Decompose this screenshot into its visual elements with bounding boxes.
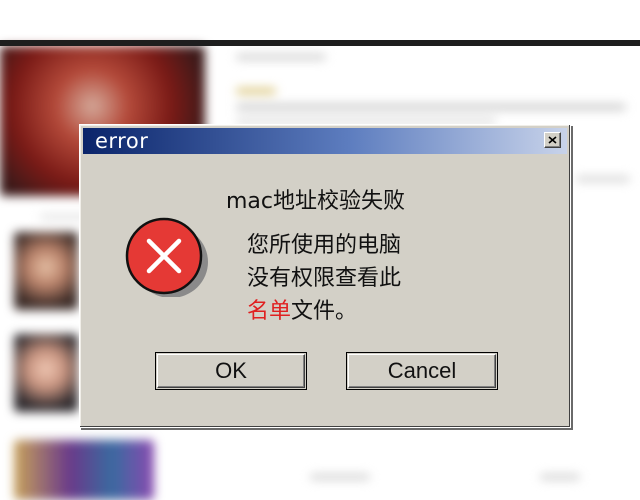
cancel-button-label: Cancel [387, 358, 457, 383]
cancel-button[interactable]: Cancel [346, 352, 498, 390]
thumbnail [14, 440, 154, 500]
close-button[interactable] [544, 132, 561, 148]
thumbnail [14, 232, 78, 310]
ok-button-label: OK [215, 358, 247, 383]
message-text: 文件。 [291, 299, 358, 324]
error-dialog: error mac地址校验失败 您所使用的电脑 没有权限查看此 名单文件。 OK… [79, 124, 571, 428]
message-line: 没有权限查看此 [247, 266, 402, 291]
blurred-text [540, 474, 580, 480]
thumbnail [14, 334, 78, 412]
highlight-text: 名单 [247, 299, 292, 324]
blurred-text [236, 88, 276, 94]
message-title: mac地址校验失败 [226, 189, 406, 214]
blurred-text [576, 176, 630, 182]
error-x-icon [125, 217, 208, 297]
dialog-title: error [95, 129, 149, 153]
close-icon [548, 136, 557, 144]
message-line: 您所使用的电脑 [247, 233, 402, 258]
ok-button[interactable]: OK [155, 352, 307, 390]
background-topbar [0, 40, 640, 46]
blurred-text [236, 104, 626, 110]
dialog-titlebar[interactable]: error [83, 128, 567, 154]
blurred-text [236, 54, 326, 60]
message-line: 名单文件。 [247, 295, 401, 328]
message-body: 您所使用的电脑 没有权限查看此 名单文件。 [247, 229, 401, 328]
blurred-text [310, 474, 370, 480]
